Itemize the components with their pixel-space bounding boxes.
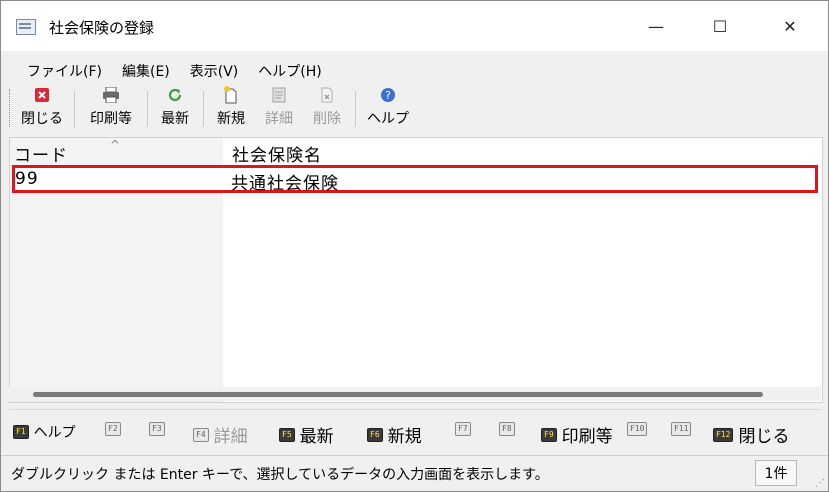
svg-text:?: ? bbox=[385, 89, 391, 102]
menu-help[interactable]: ヘルプ(H) bbox=[252, 57, 327, 83]
list-view[interactable]: コード ^ 社会保険名 99 共通社会保険 bbox=[9, 137, 823, 403]
column-header-code[interactable]: コード bbox=[14, 141, 68, 166]
fkey-f3-badge: F3 bbox=[149, 422, 165, 436]
fkey-f7-button[interactable]: F7 bbox=[455, 422, 476, 436]
status-bar: ダブルクリック または Enter キーで、選択しているデータの入力画面を表示し… bbox=[1, 455, 828, 492]
fkey-f12-label: 閉じる bbox=[738, 427, 790, 447]
delete-button[interactable]: 削除 bbox=[307, 85, 347, 131]
fkey-f2-button[interactable]: F2 bbox=[105, 422, 126, 436]
help-button-label: ヘルプ bbox=[367, 111, 409, 127]
toolbar-separator bbox=[203, 91, 204, 127]
fkey-f7-badge: F7 bbox=[455, 422, 471, 436]
title-bar: 社会保険の登録 — ☐ ✕ bbox=[1, 1, 828, 51]
refresh-button[interactable]: 最新 bbox=[155, 85, 195, 131]
toolbar-separator bbox=[147, 91, 148, 127]
close-button-label: 閉じる bbox=[21, 111, 63, 127]
printer-icon bbox=[102, 85, 120, 105]
help-button[interactable]: ? ヘルプ bbox=[363, 85, 413, 131]
function-key-bar: F1 ヘルプ F2 F3 F4 詳細 F5 最新 F6 新規 F7 F8 F9 … bbox=[9, 409, 821, 454]
cell-name: 共通社会保険 bbox=[231, 174, 339, 194]
fkey-f6-button[interactable]: F6 新規 bbox=[367, 422, 422, 447]
fkey-f3-button[interactable]: F3 bbox=[149, 422, 170, 436]
toolbar-separator bbox=[74, 91, 75, 127]
sort-ascending-icon: ^ bbox=[110, 138, 121, 152]
app-window: 社会保険の登録 — ☐ ✕ ファイル(F) 編集(E) 表示(V) ヘルプ(H)… bbox=[0, 0, 829, 492]
detail-button[interactable]: 詳細 bbox=[259, 85, 299, 131]
fkey-f4-badge: F4 bbox=[193, 427, 209, 442]
fkey-f4-label: 詳細 bbox=[213, 427, 248, 447]
delete-button-label: 削除 bbox=[313, 111, 341, 127]
fkey-f1-label: ヘルプ bbox=[33, 425, 76, 441]
fkey-f12-button[interactable]: F12 閉じる bbox=[713, 422, 789, 447]
fkey-f4-button[interactable]: F4 詳細 bbox=[193, 422, 248, 447]
detail-button-label: 詳細 bbox=[265, 111, 293, 127]
close-button[interactable]: 閉じる bbox=[15, 85, 69, 131]
detail-icon bbox=[271, 85, 287, 105]
fkey-f5-label: 最新 bbox=[299, 427, 334, 447]
refresh-icon bbox=[167, 85, 183, 105]
fkey-f8-badge: F8 bbox=[499, 422, 515, 436]
fkey-f8-button[interactable]: F8 bbox=[499, 422, 520, 436]
column-header-name[interactable]: 社会保険名 bbox=[232, 141, 322, 166]
cell-code: 99 bbox=[15, 169, 39, 189]
fkey-f11-button[interactable]: F11 bbox=[671, 422, 696, 436]
delete-icon bbox=[319, 85, 335, 105]
record-count: 1件 bbox=[755, 460, 797, 486]
fkey-f2-badge: F2 bbox=[105, 422, 121, 436]
help-icon: ? bbox=[380, 85, 396, 105]
print-button[interactable]: 印刷等 bbox=[83, 85, 139, 131]
new-button-label: 新規 bbox=[217, 111, 245, 127]
fkey-f11-badge: F11 bbox=[671, 422, 692, 436]
table-row[interactable]: 99 共通社会保険 bbox=[12, 165, 818, 194]
fkey-f6-badge: F6 bbox=[367, 427, 383, 442]
new-button[interactable]: 新規 bbox=[211, 85, 251, 131]
minimize-button[interactable]: — bbox=[633, 11, 679, 41]
print-button-label: 印刷等 bbox=[90, 111, 132, 127]
toolbar: 閉じる 印刷等 最新 新規 詳細 削除 ? ヘルプ bbox=[1, 85, 828, 133]
toolbar-separator bbox=[355, 91, 356, 127]
fkey-f9-badge: F9 bbox=[541, 427, 557, 442]
fkey-f10-badge: F10 bbox=[627, 422, 648, 436]
refresh-button-label: 最新 bbox=[161, 111, 189, 127]
horizontal-scrollbar[interactable] bbox=[9, 387, 821, 401]
resize-grip-icon[interactable]: ⋰ bbox=[815, 478, 825, 489]
close-window-button[interactable]: ✕ bbox=[767, 11, 813, 41]
fkey-f6-label: 新規 bbox=[387, 427, 422, 447]
menu-view[interactable]: 表示(V) bbox=[184, 57, 245, 83]
scrollbar-thumb[interactable] bbox=[33, 392, 763, 397]
fkey-f5-button[interactable]: F5 最新 bbox=[279, 422, 334, 447]
menu-file[interactable]: ファイル(F) bbox=[21, 57, 108, 83]
status-message: ダブルクリック または Enter キーで、選択しているデータの入力画面を表示し… bbox=[11, 467, 549, 483]
menu-bar: ファイル(F) 編集(E) 表示(V) ヘルプ(H) bbox=[1, 57, 828, 83]
close-icon bbox=[35, 85, 49, 105]
menu-edit[interactable]: 編集(E) bbox=[116, 57, 176, 83]
fkey-f5-badge: F5 bbox=[279, 427, 295, 442]
fkey-f12-badge: F12 bbox=[713, 427, 734, 442]
fkey-f1-badge: F1 bbox=[13, 425, 29, 439]
window-title: 社会保険の登録 bbox=[49, 19, 155, 37]
fkey-f9-label: 印刷等 bbox=[561, 427, 613, 447]
maximize-button[interactable]: ☐ bbox=[697, 11, 743, 41]
fkey-f10-button[interactable]: F10 bbox=[627, 422, 652, 436]
new-document-icon bbox=[223, 85, 239, 105]
fkey-f1-button[interactable]: F1 ヘルプ bbox=[13, 422, 76, 442]
fkey-f9-button[interactable]: F9 印刷等 bbox=[541, 422, 613, 447]
toolbar-grip[interactable] bbox=[9, 89, 13, 127]
window-app-icon bbox=[16, 19, 36, 35]
